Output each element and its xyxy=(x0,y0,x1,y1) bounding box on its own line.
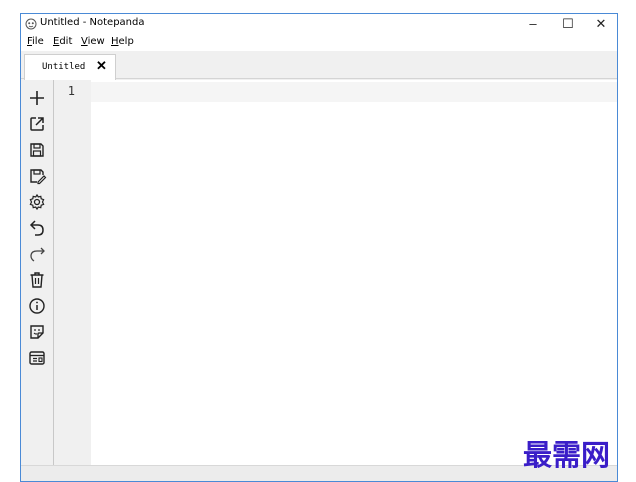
menu-view[interactable]: View xyxy=(81,36,105,47)
sticker-icon xyxy=(30,325,44,339)
tab-bar: Untitled ✕ xyxy=(21,51,617,80)
save-as-icon xyxy=(30,169,47,185)
redo-button[interactable] xyxy=(27,244,47,264)
text-editor[interactable] xyxy=(91,80,617,465)
preview-icon xyxy=(29,351,45,365)
minimize-button[interactable]: – xyxy=(516,14,550,34)
gear-icon xyxy=(29,193,45,211)
window-title: Untitled - Notepanda xyxy=(40,17,145,28)
plus-icon xyxy=(30,91,44,105)
undo-icon xyxy=(29,220,44,236)
clear-button[interactable] xyxy=(27,270,47,290)
current-line-highlight xyxy=(91,82,617,102)
external-open-icon xyxy=(30,117,44,131)
menu-help[interactable]: Help xyxy=(111,36,134,47)
maximize-button[interactable]: ☐ xyxy=(551,14,585,34)
menu-bar: File Edit View Help xyxy=(21,34,617,51)
line-number: 1 xyxy=(67,84,75,98)
watermark-text: 最需网 xyxy=(523,438,611,472)
about-button[interactable] xyxy=(27,296,47,316)
trash-icon xyxy=(30,272,44,288)
menu-file[interactable]: File xyxy=(27,36,44,47)
tab-untitled[interactable]: Untitled ✕ xyxy=(24,54,116,80)
panda-app-icon xyxy=(25,17,37,30)
close-window-button[interactable]: ✕ xyxy=(584,14,618,34)
tab-close-button[interactable]: ✕ xyxy=(96,58,107,74)
title-bar[interactable]: Untitled - Notepanda – ☐ ✕ xyxy=(21,14,617,34)
undo-button[interactable] xyxy=(27,218,47,238)
save-as-button[interactable] xyxy=(27,166,47,186)
info-icon xyxy=(29,298,45,314)
line-number-gutter: 1 xyxy=(53,80,91,465)
menu-edit[interactable]: Edit xyxy=(53,36,72,47)
save-icon xyxy=(30,143,44,157)
sticky-button[interactable] xyxy=(27,322,47,342)
settings-button[interactable] xyxy=(27,192,47,212)
app-window: Untitled - Notepanda – ☐ ✕ File Edit Vie… xyxy=(20,13,618,482)
redo-icon xyxy=(30,247,45,262)
new-file-button[interactable] xyxy=(27,88,47,108)
tab-label: Untitled xyxy=(42,62,86,72)
preview-button[interactable] xyxy=(27,348,47,368)
open-button[interactable] xyxy=(27,114,47,134)
save-button[interactable] xyxy=(27,140,47,160)
side-toolbar xyxy=(21,80,53,465)
